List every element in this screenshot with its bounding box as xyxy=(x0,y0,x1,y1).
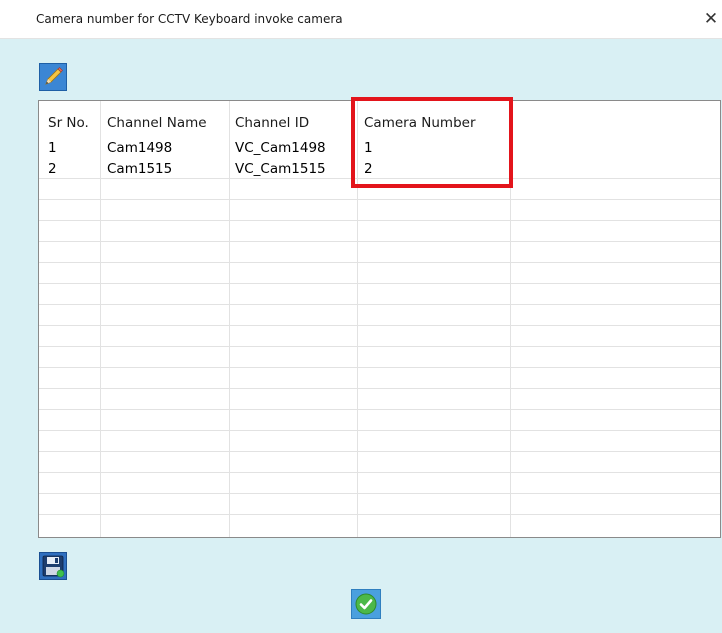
cell-sr-no: 2 xyxy=(48,161,57,177)
row-divider xyxy=(39,472,720,473)
row-divider xyxy=(39,493,720,494)
row-divider xyxy=(39,451,720,452)
title-bar: Camera number for CCTV Keyboard invoke c… xyxy=(0,0,722,39)
cell-channel-name: Cam1498 xyxy=(107,140,173,156)
row-divider xyxy=(39,241,720,242)
floppy-disk-icon xyxy=(40,553,66,579)
close-button[interactable]: ✕ xyxy=(700,4,722,34)
row-divider xyxy=(39,409,720,410)
row-divider xyxy=(39,199,720,200)
row-divider xyxy=(39,262,720,263)
column-header-sr-no[interactable]: Sr No. xyxy=(48,115,89,131)
checkmark-icon xyxy=(352,590,380,618)
pencil-icon xyxy=(40,64,66,90)
row-divider xyxy=(39,304,720,305)
row-divider xyxy=(39,220,720,221)
row-divider xyxy=(39,388,720,389)
row-divider xyxy=(39,367,720,368)
row-divider xyxy=(39,346,720,347)
highlight-box xyxy=(351,97,513,188)
row-divider xyxy=(39,514,720,515)
ok-button[interactable] xyxy=(351,589,381,619)
cell-channel-id: VC_Cam1498 xyxy=(235,140,326,156)
window-title: Camera number for CCTV Keyboard invoke c… xyxy=(36,12,343,26)
column-header-channel-id[interactable]: Channel ID xyxy=(235,115,309,131)
column-header-channel-name[interactable]: Channel Name xyxy=(107,115,207,131)
save-button[interactable] xyxy=(39,552,67,580)
cell-channel-id: VC_Cam1515 xyxy=(235,161,326,177)
cell-sr-no: 1 xyxy=(48,140,57,156)
edit-button[interactable] xyxy=(39,63,67,91)
cell-channel-name: Cam1515 xyxy=(107,161,173,177)
row-divider xyxy=(39,430,720,431)
row-divider xyxy=(39,325,720,326)
row-divider xyxy=(39,283,720,284)
